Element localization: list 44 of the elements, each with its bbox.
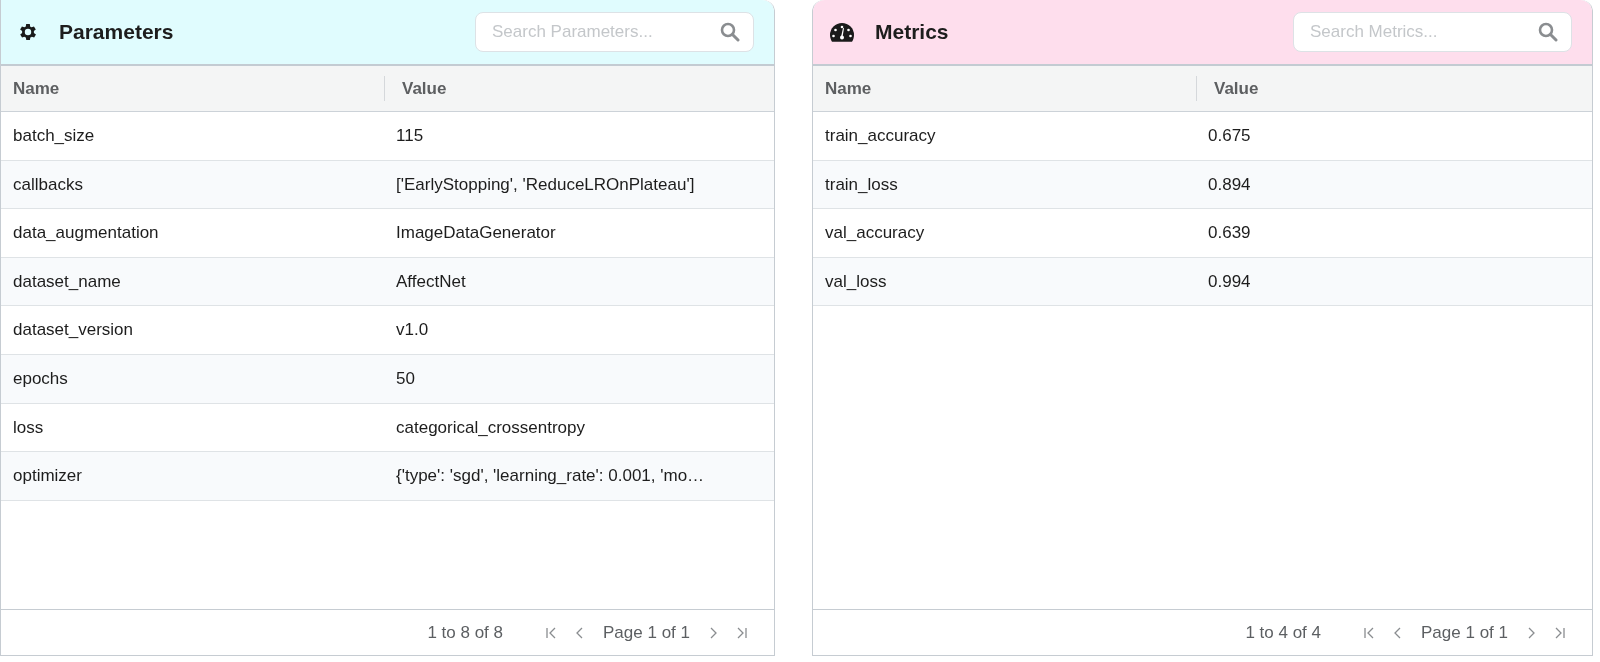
gauge-icon [829,21,855,43]
table-cell-text: val_loss [824,270,888,293]
table-cell-text: callbacks [12,173,84,196]
panel-title: Metrics [875,19,949,46]
table-cell-text: 0.675 [1208,125,1252,148]
table-cell-text: 115 [396,125,425,148]
last-page-icon[interactable] [1554,625,1566,640]
table-cell-text: categorical_crossentropy [396,416,586,439]
table-cell-text: data_augmentation [12,222,160,245]
table-cell-text: {'type': 'sgd', 'learning_rate': 0.001, 'mo… [396,465,706,488]
table-cell-text: ImageDataGenerator [396,222,557,245]
table-cell-text: loss [12,416,45,439]
table-cell-text: batch_size [12,125,96,148]
search-icon [720,22,740,42]
table-cell-text: train_accuracy [824,125,937,148]
table-cell-text: dataset_version [12,319,135,342]
table-cell-text: 50 [396,368,416,390]
last-page-icon[interactable] [736,625,748,640]
table-cell-text: 0.994 [1208,270,1252,293]
page-indicator: Page 1 of 1 [603,621,690,644]
column-header[interactable]: Name [1,75,384,102]
column-header[interactable]: Value [1196,75,1592,102]
search-field[interactable]: Search Metrics... [1293,12,1572,52]
table-cell-text: AffectNet [396,270,467,293]
row-count: 1 to 4 of 4 [1245,621,1322,644]
row-count: 1 to 8 of 8 [427,621,504,644]
gear-icon [17,21,39,43]
search-field[interactable]: Search Parameters... [475,12,754,52]
column-header[interactable]: Value [384,75,774,102]
table-cell-text: ['EarlyStopping', 'ReduceLROnPlateau'] [396,173,696,196]
table-cell-text: 0.639 [1208,222,1252,245]
table-cell-text: v1.0 [396,319,430,342]
first-page-icon[interactable] [545,625,558,640]
table-cell-text: dataset_name [12,270,122,293]
table-cell-text: val_accuracy [824,222,926,245]
table-cell-text: optimizer [12,465,83,488]
column-header[interactable]: Name [813,75,1196,102]
table-cell-text: train_loss [824,173,899,196]
search-icon [1538,22,1558,42]
page-indicator: Page 1 of 1 [1421,621,1508,644]
panel-title: Parameters [59,19,174,46]
first-page-icon[interactable] [1363,625,1376,640]
table-cell-text: 0.894 [1208,173,1252,196]
table-cell-text: epochs [12,368,69,390]
